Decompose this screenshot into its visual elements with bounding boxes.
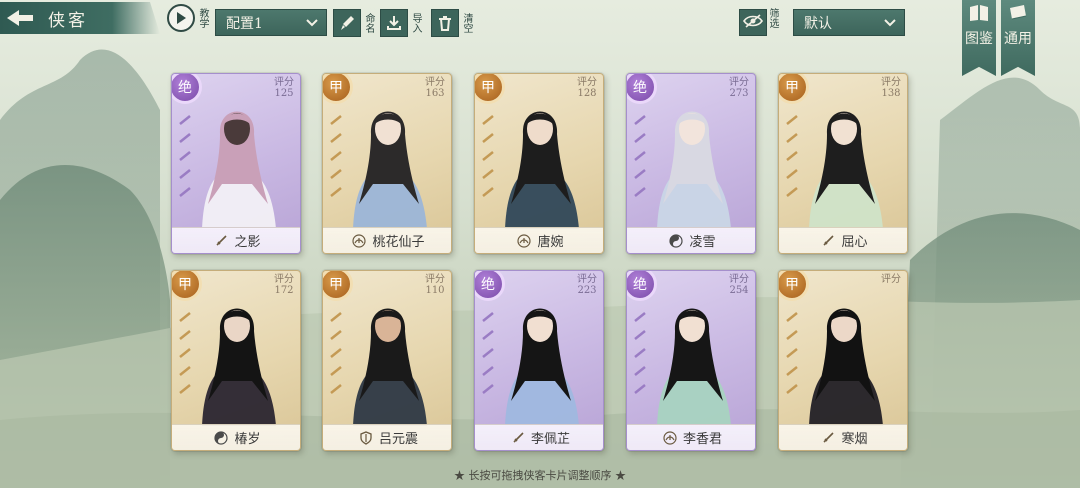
score-block: 评分 254 <box>729 274 749 296</box>
hero-nameplate: 唐婉 <box>475 227 603 253</box>
sword-school-icon <box>820 233 836 249</box>
hero-card[interactable]: 甲评分 110 吕元震 <box>322 270 452 451</box>
score-block: 评分 110 <box>425 274 445 296</box>
lotus-school-icon <box>351 233 367 249</box>
hero-name: 寒烟 <box>841 432 868 447</box>
score-block: 评分 <box>881 274 901 285</box>
rank-stripes-icon <box>482 312 494 394</box>
hero-card[interactable]: 甲评分 128 唐婉 <box>474 73 604 254</box>
hero-card[interactable]: 绝评分 223 李佩芷 <box>474 270 604 451</box>
hero-name: 唐婉 <box>537 235 564 250</box>
hero-name: 凌雪 <box>689 235 716 250</box>
hero-name: 屈心 <box>841 235 868 250</box>
rank-stripes-icon <box>330 115 342 197</box>
taiji-school-icon <box>668 233 684 249</box>
hero-card-grid: 绝评分 125 之影甲评分 163 桃花仙子甲评分 128 唐婉绝评分 273 凌雪甲评分 138… <box>0 0 1080 488</box>
hero-card[interactable]: 甲评分 138 屈心 <box>778 73 908 254</box>
hero-card[interactable]: 绝评分 125 之影 <box>171 73 301 254</box>
score-block: 评分 273 <box>729 77 749 99</box>
taiji-school-icon <box>213 430 229 446</box>
score-block: 评分 223 <box>577 274 597 296</box>
sword-school-icon <box>820 430 836 446</box>
hero-name: 李香君 <box>682 432 722 447</box>
score-block: 评分 163 <box>425 77 445 99</box>
hero-nameplate: 吕元震 <box>323 424 451 450</box>
hero-nameplate: 屈心 <box>779 227 907 253</box>
lotus-school-icon <box>662 430 678 446</box>
shield-school-icon <box>358 430 374 446</box>
hero-nameplate: 寒烟 <box>779 424 907 450</box>
rank-stripes-icon <box>786 312 798 394</box>
hero-name: 椿岁 <box>234 432 261 447</box>
hero-card[interactable]: 绝评分 273 凌雪 <box>626 73 756 254</box>
hero-name: 之影 <box>234 235 261 250</box>
lotus-school-icon <box>516 233 532 249</box>
score-block: 评分 138 <box>881 77 901 99</box>
hero-card[interactable]: 甲评分 163 桃花仙子 <box>322 73 452 254</box>
hero-nameplate: 之影 <box>172 227 300 253</box>
hero-name: 吕元震 <box>378 432 418 447</box>
hero-card[interactable]: 甲评分 寒烟 <box>778 270 908 451</box>
rank-stripes-icon <box>786 115 798 197</box>
hero-nameplate: 李佩芷 <box>475 424 603 450</box>
drag-hint: ★ 长按可拖拽侠客卡片调整顺序 ★ <box>454 469 626 482</box>
hero-name: 李佩芷 <box>530 432 570 447</box>
hero-nameplate: 李香君 <box>627 424 755 450</box>
hero-name: 桃花仙子 <box>372 235 425 250</box>
sword-school-icon <box>510 430 526 446</box>
hero-nameplate: 椿岁 <box>172 424 300 450</box>
rank-stripes-icon <box>179 312 191 394</box>
score-block: 评分 128 <box>577 77 597 99</box>
rank-stripes-icon <box>482 115 494 197</box>
hero-card[interactable]: 绝评分 254 李香君 <box>626 270 756 451</box>
rank-stripes-icon <box>634 312 646 394</box>
sword-school-icon <box>213 233 229 249</box>
score-block: 评分 172 <box>274 274 294 296</box>
hero-nameplate: 凌雪 <box>627 227 755 253</box>
rank-stripes-icon <box>634 115 646 197</box>
hero-card[interactable]: 甲评分 172 椿岁 <box>171 270 301 451</box>
rank-stripes-icon <box>179 115 191 197</box>
score-block: 评分 125 <box>274 77 294 99</box>
hero-nameplate: 桃花仙子 <box>323 227 451 253</box>
rank-stripes-icon <box>330 312 342 394</box>
